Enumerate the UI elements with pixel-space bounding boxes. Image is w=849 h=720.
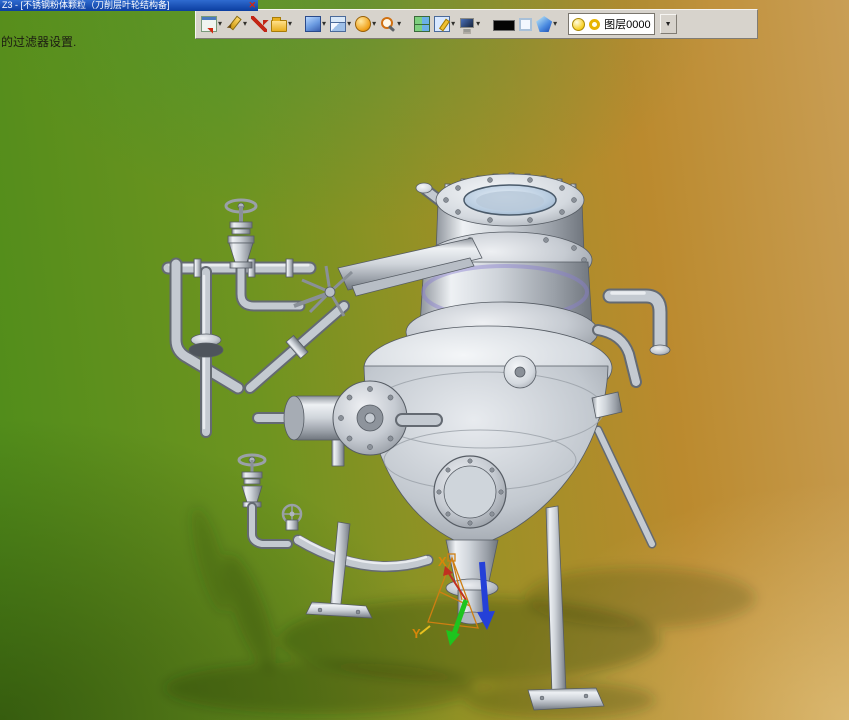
- extrude-button[interactable]: ▾: [304, 15, 327, 33]
- window-tab-title: Z3 - [不锈钢粉体颗粒（刀削层叶轮结构备]: [2, 0, 170, 10]
- revolve-button[interactable]: ▾: [354, 15, 377, 33]
- split-panes-icon: [414, 16, 431, 32]
- background-color-swatch[interactable]: [492, 17, 516, 32]
- main-toolbar: ▾ ▾ ▾ ▾ ▾ ▾ ▾ ▾ ▾ ▾ 图层0000 ▼: [195, 9, 758, 39]
- monitor-icon: [459, 16, 475, 32]
- export-icon: [201, 16, 217, 32]
- magnifier-icon: [380, 16, 396, 32]
- y-axis-label: Y: [412, 626, 421, 641]
- datum-button[interactable]: [250, 15, 268, 33]
- open-button[interactable]: ▾: [270, 16, 293, 33]
- layer-visibility-bulb-icon[interactable]: [572, 17, 586, 31]
- extrude-box-icon: [305, 16, 322, 32]
- export-button[interactable]: ▾: [200, 15, 223, 33]
- sketch-pencil-icon: [226, 16, 242, 32]
- chevron-down-icon[interactable]: ▾: [322, 20, 326, 28]
- material-button[interactable]: ▾: [535, 15, 558, 33]
- annotate-button[interactable]: ▾: [433, 15, 456, 33]
- annotate-window-icon: [434, 16, 451, 32]
- chevron-down-icon[interactable]: ▾: [288, 20, 292, 28]
- zoom-button[interactable]: ▾: [379, 15, 402, 33]
- x-axis-label: X: [438, 554, 447, 569]
- chevron-down-icon[interactable]: ▾: [451, 20, 455, 28]
- top-left-valve[interactable]: [224, 198, 258, 269]
- tab-close-icon[interactable]: ✕: [248, 0, 256, 11]
- sketch-button[interactable]: ▾: [225, 15, 248, 33]
- light-swatch-icon: [519, 17, 533, 31]
- datum-axis-icon: [251, 16, 268, 32]
- layer-color-ring-icon[interactable]: [589, 18, 601, 30]
- boolean-button[interactable]: ▾: [329, 15, 352, 33]
- z-axis-arrow: [479, 561, 489, 613]
- highlight-color-swatch[interactable]: [518, 17, 533, 32]
- chevron-down-icon[interactable]: ▾: [243, 20, 247, 28]
- viewport-split-button[interactable]: [413, 15, 431, 33]
- sphere-icon: [355, 16, 372, 32]
- layer-name: 图层0000: [604, 19, 651, 31]
- flex-hose[interactable]: [292, 534, 434, 573]
- chevron-down-icon[interactable]: ▾: [397, 20, 401, 28]
- chevron-down-icon[interactable]: ▾: [347, 20, 351, 28]
- 3d-viewport[interactable]: X Y: [0, 0, 849, 720]
- window-tab-bar: Z3 - [不锈钢粉体颗粒（刀削层叶轮结构备] ✕: [0, 0, 258, 11]
- folder-open-icon: [271, 16, 288, 32]
- black-swatch-icon: [493, 19, 516, 31]
- chevron-down-icon[interactable]: ▾: [553, 20, 557, 28]
- cube-icon: [330, 16, 347, 32]
- chevron-down-icon[interactable]: ▾: [476, 20, 480, 28]
- layer-dropdown-button[interactable]: ▼: [659, 14, 677, 34]
- chevron-down-icon[interactable]: ▾: [372, 20, 376, 28]
- material-gem-icon: [536, 16, 553, 32]
- lower-left-valves[interactable]: [237, 453, 303, 549]
- vessel-body[interactable]: [363, 325, 623, 549]
- layer-combobox[interactable]: 图层0000: [568, 13, 655, 35]
- status-tooltip-text: 的过滤器设置.: [1, 35, 77, 49]
- chevron-down-icon[interactable]: ▾: [218, 20, 222, 28]
- display-mode-button[interactable]: ▾: [458, 15, 481, 33]
